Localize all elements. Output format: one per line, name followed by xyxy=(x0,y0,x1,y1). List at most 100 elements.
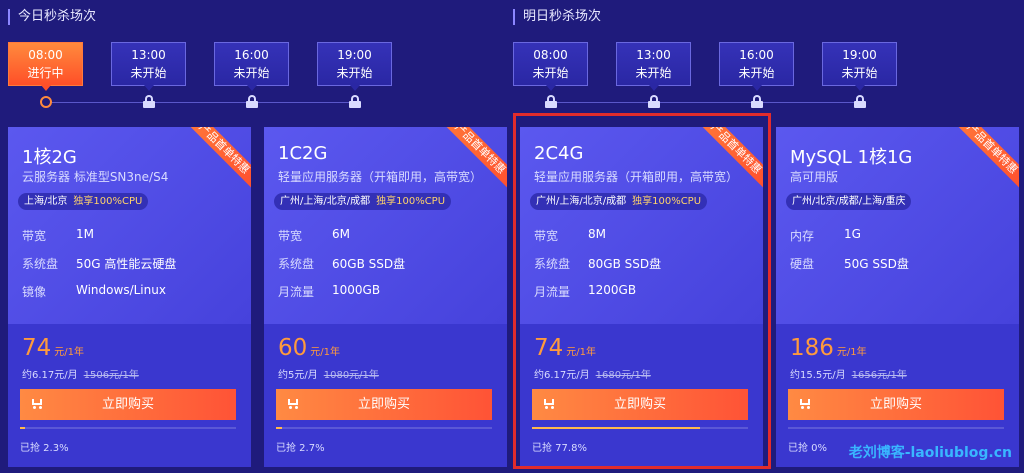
monthly-price: 约15.5元/月 xyxy=(790,370,846,381)
slot-status: 未开始 xyxy=(635,66,672,80)
time-slot-tab[interactable]: 08:00 未开始 xyxy=(513,42,588,91)
monthly-price: 约6.17元/月 xyxy=(22,370,78,381)
spec-key: 月流量 xyxy=(278,285,315,299)
product-tags: 广州/上海/北京/成都 独享100%CPU xyxy=(274,193,452,210)
spec-value: 60GB SSD盘 xyxy=(332,257,406,271)
spec-row: 系统盘 50G 高性能云硬盘 xyxy=(22,255,176,272)
slot-status: 进行中 xyxy=(27,66,64,80)
lock-icon xyxy=(545,95,557,108)
original-price: 1656元/1年 xyxy=(851,370,907,381)
product-card: 产品首单特惠 1C2G 轻量应用服务器（开箱即用，高带宽） 广州/上海/北京/成都 独享… xyxy=(264,127,507,467)
spec-row: 带宽 6M xyxy=(278,227,350,244)
price-detail: 约15.5元/月 1656元/1年 xyxy=(790,366,907,381)
sold-progress-fill xyxy=(276,427,282,429)
sold-percent: 已抢 2.3% xyxy=(20,443,69,454)
slot-status: 未开始 xyxy=(738,66,775,80)
product-name: MySQL 1核1G xyxy=(790,147,913,168)
buy-label: 立即购买 xyxy=(357,397,410,412)
spec-value: 1000GB xyxy=(332,283,381,297)
time-slot-tab[interactable]: 16:00 未开始 xyxy=(719,42,794,91)
lock-icon xyxy=(854,95,866,108)
time-slot-tab[interactable]: 08:00 进行中 xyxy=(8,42,83,91)
buy-now-button[interactable]: 立即购买 xyxy=(788,389,1004,420)
price-detail: 约5元/月 1080元/1年 xyxy=(278,366,379,381)
slot-time: 13:00 xyxy=(636,48,671,62)
sold-percent: 已抢 2.7% xyxy=(276,443,325,454)
slot-status: 未开始 xyxy=(532,66,569,80)
original-price: 1506元/1年 xyxy=(83,370,139,381)
spec-row: 带宽 1M xyxy=(22,227,94,244)
product-card: 产品首单特惠 1核2G 云服务器 标准型SN3ne/S4 上海/北京 独享100%CPU… xyxy=(8,127,251,467)
product-name: 1C2G xyxy=(278,143,328,164)
price-value: 74 xyxy=(22,335,52,361)
buy-label: 立即购买 xyxy=(101,397,154,412)
price-detail: 约6.17元/月 1506元/1年 xyxy=(22,366,139,381)
price-value: 60 xyxy=(278,335,308,361)
cart-icon xyxy=(286,398,299,409)
watermark: 老刘博客-laoliublog.cn xyxy=(848,445,1012,461)
spec-row: 内存 1G xyxy=(790,227,861,244)
buy-now-button[interactable]: 立即购买 xyxy=(276,389,492,420)
price-unit: 元/1年 xyxy=(310,347,341,358)
spec-key: 镜像 xyxy=(22,285,47,299)
cart-icon xyxy=(798,398,811,409)
slot-time: 08:00 xyxy=(533,48,568,62)
price: 60 元/1年 xyxy=(278,335,340,361)
highlight-frame xyxy=(513,113,771,469)
time-slot-tab[interactable]: 13:00 未开始 xyxy=(111,42,186,91)
price: 74 元/1年 xyxy=(22,335,84,361)
spec-key: 内存 xyxy=(790,229,815,243)
product-desc: 云服务器 标准型SN3ne/S4 xyxy=(22,170,169,184)
sold-progress-bar xyxy=(788,427,1004,429)
price: 186 元/1年 xyxy=(790,335,867,361)
time-slot-tab[interactable]: 19:00 未开始 xyxy=(822,42,897,91)
product-name: 1核2G xyxy=(22,147,77,168)
slot-time: 16:00 xyxy=(739,48,774,62)
price-value: 186 xyxy=(790,335,834,361)
lock-icon xyxy=(143,95,155,108)
time-slot-tab[interactable]: 19:00 未开始 xyxy=(317,42,392,91)
region-tag: 上海/北京 xyxy=(24,196,68,207)
product-card: 产品首单特惠 MySQL 1核1G 高可用版 广州/北京/成都/上海/重庆 内存 1G 硬盘… xyxy=(776,127,1019,467)
timeline-line xyxy=(48,102,357,103)
slot-status: 未开始 xyxy=(841,66,878,80)
section-title: 明日秒杀场次 xyxy=(513,9,601,25)
slot-time: 08:00 xyxy=(28,48,63,62)
slot-time: 19:00 xyxy=(337,48,372,62)
slot-status: 未开始 xyxy=(130,66,167,80)
spec-key: 系统盘 xyxy=(278,257,315,271)
cpu-tag: 独享100%CPU xyxy=(73,196,143,207)
time-slot-tab[interactable]: 13:00 未开始 xyxy=(616,42,691,91)
slot-time: 16:00 xyxy=(234,48,269,62)
spec-value: 50G 高性能云硬盘 xyxy=(76,257,177,271)
buy-label: 立即购买 xyxy=(869,397,922,412)
lock-icon xyxy=(648,95,660,108)
spec-value: 1G xyxy=(844,227,861,241)
slot-status: 未开始 xyxy=(233,66,270,80)
sold-percent: 已抢 0% xyxy=(788,443,828,454)
product-tags: 上海/北京 独享100%CPU xyxy=(18,193,149,210)
spec-row: 系统盘 60GB SSD盘 xyxy=(278,255,405,272)
price-unit: 元/1年 xyxy=(836,347,867,358)
spec-row: 月流量 1000GB xyxy=(278,283,380,300)
buy-now-button[interactable]: 立即购买 xyxy=(20,389,236,420)
spec-value: 50G SSD盘 xyxy=(844,257,909,271)
product-tags: 广州/北京/成都/上海/重庆 xyxy=(786,193,912,210)
spec-key: 硬盘 xyxy=(790,257,815,271)
monthly-price: 约5元/月 xyxy=(278,370,318,381)
lock-icon xyxy=(751,95,763,108)
time-slot-tab[interactable]: 16:00 未开始 xyxy=(214,42,289,91)
region-tag: 广州/北京/成都/上海/重庆 xyxy=(792,196,906,207)
timeline-line xyxy=(553,102,862,103)
section-title: 今日秒杀场次 xyxy=(8,9,96,25)
spec-key: 系统盘 xyxy=(22,257,59,271)
spec-value: Windows/Linux xyxy=(76,283,166,297)
sold-progress-bar xyxy=(276,427,492,429)
lock-icon xyxy=(246,95,258,108)
sold-progress-bar xyxy=(20,427,236,429)
original-price: 1080元/1年 xyxy=(323,370,379,381)
spec-row: 硬盘 50G SSD盘 xyxy=(790,255,909,272)
cart-icon xyxy=(30,398,43,409)
active-dot-icon xyxy=(40,96,52,108)
slot-status: 未开始 xyxy=(336,66,373,80)
